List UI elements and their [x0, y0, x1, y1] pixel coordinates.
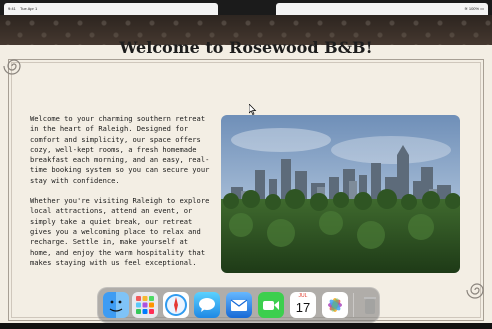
- intro-paragraph: Welcome to your charming southern retrea…: [30, 114, 210, 185]
- dock-separator: [353, 293, 354, 317]
- swirl-ornament-icon: [466, 283, 484, 299]
- city-skyline-photo: [221, 115, 460, 273]
- finder-icon[interactable]: [103, 292, 129, 318]
- page-title: Welcome to Rosewood B&B!: [119, 38, 373, 57]
- battery-percent: 100%: [468, 6, 480, 11]
- status-bar-right: ≋ 100% ▭: [276, 3, 488, 15]
- swirl-ornament-icon: [3, 59, 21, 75]
- bottom-bezel: [0, 323, 492, 329]
- battery-icon: ▭: [480, 6, 484, 11]
- status-icons: ≋ 100% ▭: [464, 6, 484, 11]
- calendar-day: 17: [295, 300, 311, 315]
- messages-icon[interactable]: [194, 292, 220, 318]
- status-bar-left: 9:41 Tue Apr 1: [4, 3, 218, 15]
- wifi-icon: ≋: [464, 6, 468, 11]
- mouse-cursor-icon: [249, 104, 257, 115]
- status-date: Tue Apr 1: [20, 6, 38, 11]
- photos-icon[interactable]: [322, 292, 348, 318]
- calendar-month: JUL: [298, 293, 308, 299]
- calendar-icon[interactable]: JUL 17: [290, 292, 316, 318]
- facetime-icon[interactable]: [258, 292, 284, 318]
- status-time: 9:41: [8, 6, 16, 11]
- mail-icon[interactable]: [226, 292, 252, 318]
- safari-icon[interactable]: [163, 292, 189, 318]
- intro-text: Welcome to your charming southern retrea…: [30, 114, 212, 278]
- trash-icon[interactable]: [357, 292, 383, 318]
- intro-paragraph: Whether you're visiting Raleigh to explo…: [30, 196, 210, 267]
- launchpad-icon[interactable]: [132, 292, 158, 318]
